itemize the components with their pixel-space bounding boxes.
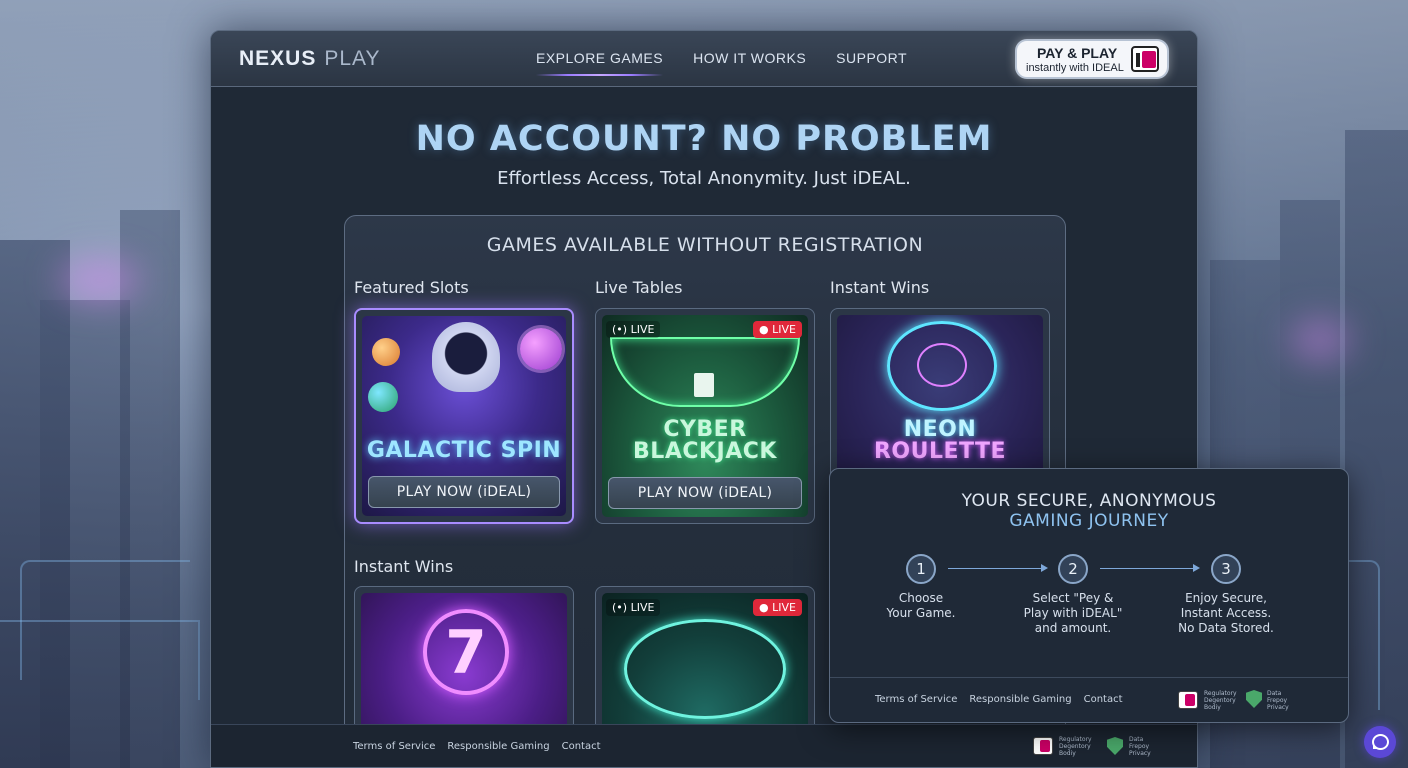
secure-journey-popup: YOUR SECURE, ANONYMOUS GAMING JOURNEY 1 … bbox=[829, 468, 1349, 723]
roulette-wheel-inner-icon bbox=[917, 343, 967, 387]
game-card-cyber-blackjack[interactable]: (•) LIVE ● LIVE CYBER BLACKJACK PLAY NOW… bbox=[595, 308, 815, 524]
privacy-badge-text: Data Frepoy Privacy bbox=[1129, 736, 1151, 757]
play-now-button[interactable]: PLAY NOW (iDEAL) bbox=[608, 477, 802, 509]
journey-title-line2: GAMING JOURNEY bbox=[1009, 511, 1169, 531]
game-title-line2: BLACKJACK bbox=[633, 439, 777, 464]
nav-item-explore-games[interactable]: EXPLORE GAMES bbox=[536, 50, 664, 76]
regulatory-badge-text: Regulatory Degentory Bodiy bbox=[1059, 736, 1092, 757]
game-title-line1: NEON bbox=[903, 417, 977, 442]
planet-icon bbox=[372, 338, 400, 366]
main-nav: EXPLORE GAMES HOW IT WORKS SUPPORT bbox=[536, 50, 907, 76]
game-title-line2: ROULETTE bbox=[873, 439, 1007, 464]
top-navigation-bar: NEXUS PLAY EXPLORE GAMES HOW IT WORKS SUP… bbox=[211, 31, 1197, 87]
astronaut-icon bbox=[432, 322, 500, 392]
step-text-3: Enjoy Secure, Instant Access. No Data Stor… bbox=[1178, 591, 1274, 635]
step-text-2: Select "Pey & Play with iDEAL" and amount. bbox=[1023, 591, 1123, 635]
journey-divider bbox=[830, 677, 1348, 678]
journey-link-terms[interactable]: Terms of Service bbox=[875, 694, 957, 705]
journey-link-responsible-gaming[interactable]: Responsible Gaming bbox=[969, 694, 1071, 705]
card-stack-icon bbox=[694, 373, 714, 397]
shield-check-icon bbox=[1246, 690, 1262, 708]
footer-link-terms[interactable]: Terms of Service bbox=[353, 741, 435, 752]
planet-icon-blue bbox=[368, 382, 398, 412]
step-text-1: Choose Your Game. bbox=[886, 591, 956, 620]
seven-icon: 7 bbox=[423, 609, 509, 695]
footer-links: Terms of Service Responsible Gaming Cont… bbox=[353, 741, 601, 752]
live-indicator: (•) LIVE bbox=[606, 599, 661, 616]
game-title: GALACTIC SPIN bbox=[366, 438, 562, 463]
game-card-galactic-spin[interactable]: GALACTIC SPIN PLAY NOW (iDEAL) bbox=[354, 308, 574, 524]
category-label-instant-wins-2: Instant Wins bbox=[354, 557, 454, 576]
journey-title-line1: YOUR SECURE, ANONYMOUS bbox=[961, 491, 1217, 511]
regulatory-badge-text: Regulatory Degentory Bodiy bbox=[1204, 690, 1237, 711]
planet-icon-ringed bbox=[520, 328, 562, 370]
step-number-3: 3 bbox=[1211, 554, 1241, 584]
hero-title: NO ACCOUNT? NO PROBLEM bbox=[415, 119, 993, 159]
arrow-right-icon bbox=[1100, 564, 1200, 572]
step-number-1: 1 bbox=[906, 554, 936, 584]
nav-item-support[interactable]: SUPPORT bbox=[836, 50, 907, 66]
ideal-logo-icon bbox=[1131, 46, 1159, 72]
category-label-instant-wins: Instant Wins bbox=[830, 278, 930, 297]
chat-support-button[interactable] bbox=[1364, 726, 1396, 758]
games-section-title: GAMES AVAILABLE WITHOUT REGISTRATION bbox=[486, 234, 924, 256]
footer-link-responsible-gaming[interactable]: Responsible Gaming bbox=[447, 741, 549, 752]
roulette-wheel-icon bbox=[624, 619, 786, 719]
live-badge: ● LIVE bbox=[753, 321, 802, 338]
brand-logo[interactable]: NEXUS PLAY bbox=[239, 47, 381, 71]
live-badge: ● LIVE bbox=[753, 599, 802, 616]
category-label-live-tables: Live Tables bbox=[595, 278, 683, 297]
hero-subtitle: Effortless Access, Total Anonymity. Just… bbox=[497, 168, 911, 189]
category-label-featured-slots: Featured Slots bbox=[354, 278, 469, 297]
pay-and-play-sublabel: instantly with IDEAL bbox=[1026, 62, 1124, 74]
pay-and-play-label: PAY & PLAY bbox=[1037, 45, 1118, 61]
footer-bar: Terms of Service Responsible Gaming Cont… bbox=[211, 724, 1197, 767]
step-number-2: 2 bbox=[1058, 554, 1088, 584]
journey-footer-links: Terms of Service Responsible Gaming Cont… bbox=[875, 694, 1123, 705]
arrow-right-icon bbox=[948, 564, 1048, 572]
play-now-button[interactable]: PLAY NOW (iDEAL) bbox=[368, 476, 560, 508]
ideal-badge-icon bbox=[1178, 691, 1198, 709]
journey-link-contact[interactable]: Contact bbox=[1084, 694, 1123, 705]
live-indicator: (•) LIVE bbox=[606, 321, 661, 338]
ideal-badge-icon bbox=[1033, 737, 1053, 755]
shield-check-icon bbox=[1107, 737, 1123, 755]
nav-item-how-it-works[interactable]: HOW IT WORKS bbox=[693, 50, 806, 66]
game-title-line1: CYBER bbox=[663, 417, 747, 442]
privacy-badge-text: Data Frepoy Privacy bbox=[1267, 690, 1289, 711]
footer-link-contact[interactable]: Contact bbox=[562, 741, 601, 752]
pay-and-play-button[interactable]: PAY & PLAY instantly with IDEAL bbox=[1015, 39, 1169, 79]
